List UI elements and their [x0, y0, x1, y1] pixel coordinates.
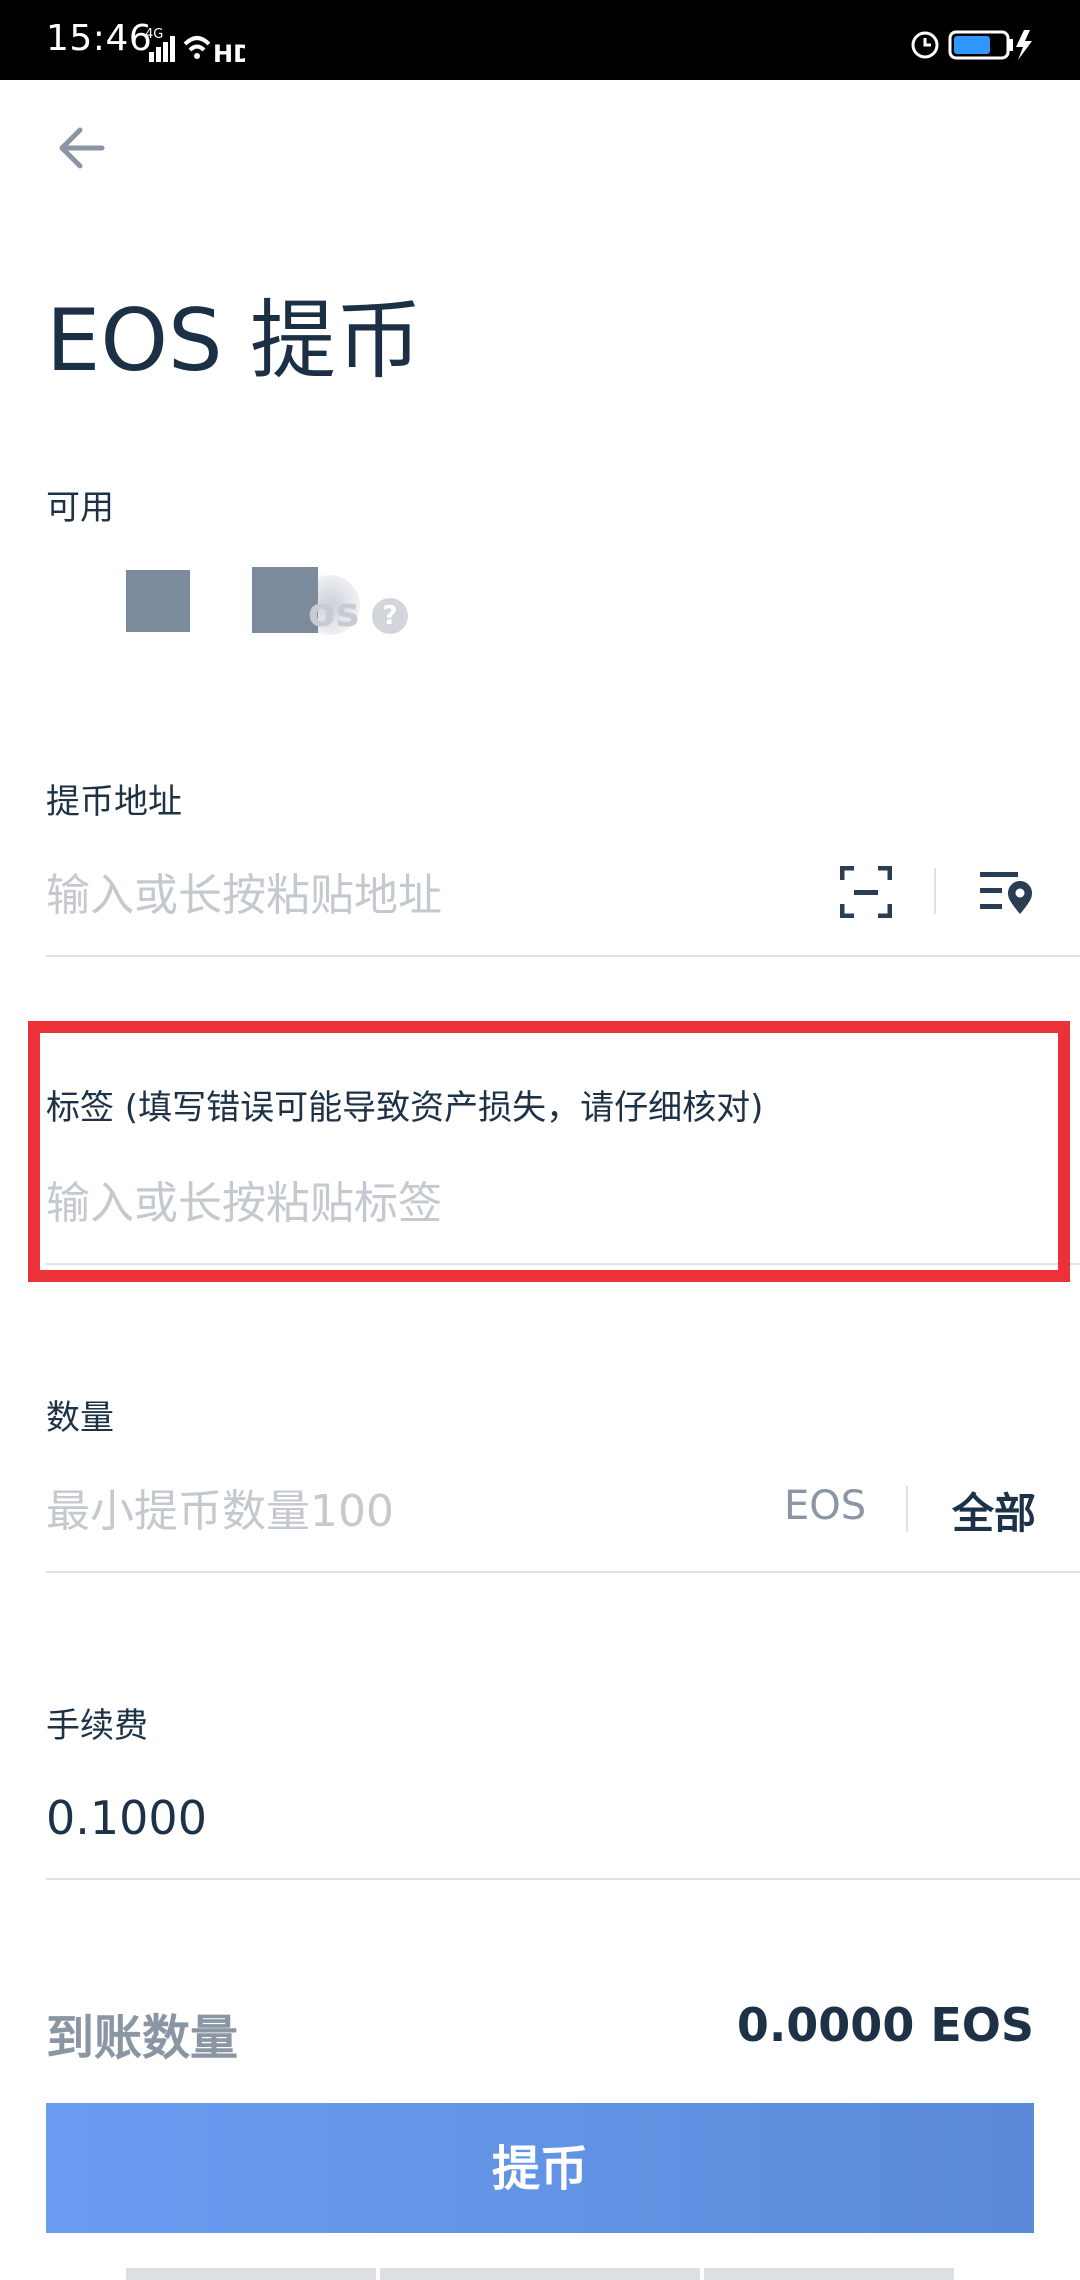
receive-value: 0.0000 EOS	[736, 1998, 1034, 2052]
status-bar: 15:46 4G HD	[0, 0, 1080, 80]
status-time: 15:46	[46, 18, 153, 59]
receive-label: 到账数量	[46, 2010, 239, 2066]
quantity-separator	[906, 1486, 908, 1532]
all-button[interactable]: 全部	[952, 1480, 1036, 1541]
submit-withdraw-button[interactable]: 提币	[46, 2103, 1034, 2233]
fee-divider	[46, 1878, 1080, 1880]
help-icon[interactable]: ?	[372, 598, 408, 634]
scan-icon[interactable]	[840, 866, 892, 918]
bottom-bar-segment	[380, 2268, 700, 2280]
address-divider	[46, 955, 1080, 957]
fee-label: 手续费	[46, 1706, 148, 1746]
signal-wifi-icon: 4G HD	[145, 27, 245, 68]
quantity-divider	[46, 1571, 1080, 1573]
bottom-bar-segment	[126, 2268, 376, 2280]
back-arrow-icon[interactable]	[52, 115, 118, 181]
bottom-bar-segment	[704, 2268, 954, 2280]
address-input[interactable]	[46, 864, 806, 926]
quantity-unit: EOS	[784, 1483, 867, 1529]
available-unit: os	[308, 590, 360, 636]
alarm-battery-icon	[911, 30, 1032, 60]
svg-text:4G: 4G	[145, 27, 163, 42]
available-label: 可用	[46, 488, 114, 528]
address-label: 提币地址	[46, 782, 182, 822]
balance-mask-block	[126, 570, 190, 632]
page-title: EOS 提币	[46, 291, 422, 391]
address-icon-separator	[934, 868, 936, 914]
svg-text:HD: HD	[213, 40, 245, 68]
address-book-icon[interactable]	[978, 866, 1034, 918]
quantity-label: 数量	[46, 1398, 114, 1438]
memo-highlight-box	[28, 1021, 1070, 1282]
fee-value: 0.1000	[46, 1791, 207, 1845]
quantity-input[interactable]	[46, 1480, 746, 1542]
